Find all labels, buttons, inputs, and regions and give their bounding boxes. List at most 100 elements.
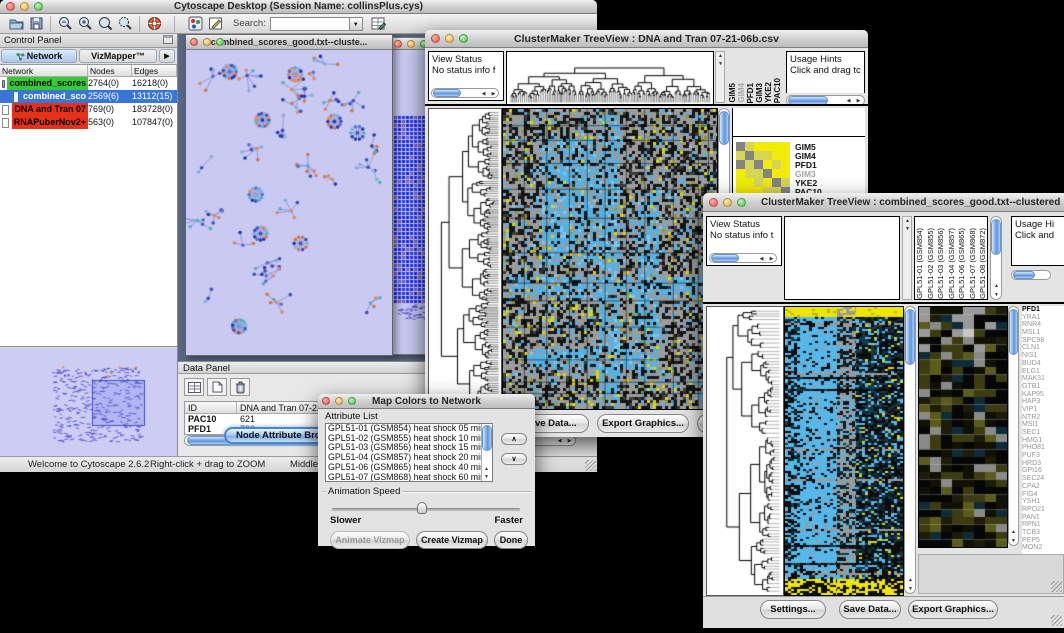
col-network[interactable]: Network xyxy=(0,65,88,76)
gene-label: PUF3 xyxy=(1022,452,1064,460)
treeview-dna-titlebar[interactable]: ClusterMaker TreeView : DNA and Tran 07-… xyxy=(425,30,868,48)
minimize-button[interactable] xyxy=(20,2,29,11)
heatmap-vscrollbar[interactable] xyxy=(904,306,916,594)
zoom-button[interactable] xyxy=(348,397,356,405)
zoom-button[interactable] xyxy=(216,38,224,46)
column-scroll-arrows[interactable] xyxy=(715,51,725,103)
speed-slider-thumb[interactable] xyxy=(417,502,427,514)
close-button[interactable] xyxy=(322,397,330,405)
export-graphics-button[interactable]: Export Graphics... xyxy=(597,414,689,433)
column-dendrogram[interactable] xyxy=(506,51,714,105)
mini-cell xyxy=(745,169,754,178)
delete-attribute-icon[interactable] xyxy=(230,378,250,396)
view-status-hscrollbar[interactable] xyxy=(709,253,777,263)
minimize-button[interactable] xyxy=(203,38,211,46)
save-data-button[interactable]: Save Data... xyxy=(839,600,901,619)
close-button[interactable] xyxy=(6,2,15,11)
open-folder-icon[interactable] xyxy=(6,15,26,33)
row-dendrogram[interactable] xyxy=(706,306,784,596)
attribute-listbox[interactable]: GPL51-01 (GSM854) heat shock 05 minGPL51… xyxy=(325,423,493,482)
zoom-fit-icon[interactable] xyxy=(95,15,115,33)
animate-vizmap-button[interactable]: Animate Vizmap xyxy=(330,531,410,549)
table-edit-icon[interactable] xyxy=(369,15,389,33)
corner-panel xyxy=(918,554,1064,594)
minimize-button[interactable] xyxy=(723,198,732,207)
combined-heatmap[interactable] xyxy=(784,306,904,596)
done-button[interactable]: Done xyxy=(494,531,528,549)
gene-label-list[interactable]: PFD1YRA1RNR4MSL1SPC98CLN1NIS1BUD4ELG1MAK… xyxy=(1022,306,1064,554)
column-label: GPL51-07 (GSM868) xyxy=(968,228,979,299)
annotation-icon[interactable] xyxy=(205,15,225,33)
create-vizmap-button[interactable]: Create Vizmap xyxy=(416,531,488,549)
column-tree-area xyxy=(784,216,900,300)
move-up-button[interactable]: ∧ xyxy=(501,433,527,445)
move-down-button[interactable]: ∨ xyxy=(501,453,527,465)
dna-column-labels[interactable]: GIM5GIM4PFD1GIM3YKE2PAC10 xyxy=(728,51,782,103)
save-icon[interactable] xyxy=(26,15,46,33)
cytoscape-titlebar[interactable]: Cytoscape Desktop (Session Name: collins… xyxy=(0,0,597,14)
col-nodes[interactable]: Nodes xyxy=(88,65,132,76)
zoom-button[interactable] xyxy=(737,198,746,207)
attribute-list-item[interactable]: GPL51-07 (GSM868) heat shock 60 min xyxy=(326,473,481,482)
zoom-selected-icon[interactable] xyxy=(115,15,135,33)
dialog-titlebar[interactable]: Map Colors to Network xyxy=(318,394,535,409)
usage-hints-hscrollbar[interactable] xyxy=(1011,270,1051,280)
vizmapper-icon[interactable] xyxy=(185,15,205,33)
column-scroll-arrows[interactable] xyxy=(902,216,912,300)
table-view-icon[interactable] xyxy=(184,378,204,396)
col-edges[interactable]: Edges xyxy=(132,65,177,76)
row-dendrogram[interactable] xyxy=(428,108,502,410)
mini-heatmap[interactable] xyxy=(736,142,790,196)
gene-label: ELG1 xyxy=(1022,368,1064,376)
new-attribute-icon[interactable] xyxy=(207,378,227,396)
panel-resize-grip[interactable] xyxy=(1051,581,1062,592)
search-dropdown-arrow[interactable]: ▼ xyxy=(350,17,363,31)
mini-cell xyxy=(745,142,754,151)
zoom-in-icon[interactable] xyxy=(75,15,95,33)
tab-overflow-arrow[interactable]: ▶ xyxy=(159,49,175,63)
help-ring-icon[interactable] xyxy=(144,15,164,33)
network-row[interactable]: combined_scores2764(0)16218(0) xyxy=(0,77,177,90)
treeview-combined-titlebar[interactable]: ClusterMaker TreeView : combined_scores_… xyxy=(703,193,1064,212)
network-canvas[interactable] xyxy=(186,50,392,355)
zoom-vscrollbar[interactable] xyxy=(1008,306,1019,546)
settings-button[interactable]: Settings... xyxy=(760,600,826,619)
search-input[interactable] xyxy=(270,17,350,31)
minimize-button[interactable] xyxy=(445,34,454,43)
float-panel-icon[interactable] xyxy=(163,35,173,47)
dna-row-labels[interactable]: GIM5GIM4PFD1GIM3YKE2PAC10 xyxy=(795,143,822,197)
close-button[interactable] xyxy=(190,38,198,46)
col-id[interactable]: ID xyxy=(185,402,237,413)
mini-cell xyxy=(772,142,781,151)
birdseye-view[interactable] xyxy=(0,346,177,456)
gene-label: PAN1 xyxy=(1022,514,1064,522)
animation-speed-label: Animation Speed xyxy=(325,486,403,497)
list-vscrollbar[interactable] xyxy=(481,424,492,481)
mini-cell xyxy=(763,169,772,178)
gene-label: FIG4 xyxy=(1022,491,1064,499)
view-status-hscrollbar[interactable] xyxy=(431,88,499,98)
network-row[interactable]: combined_sco2569(6)13112(15) xyxy=(0,90,177,103)
gene-label: PHO81 xyxy=(1022,444,1064,452)
network-row[interactable]: DNA and Tran 07769(0)183728(0) xyxy=(0,103,177,116)
tab-vizmapper[interactable]: VizMapper™ xyxy=(79,49,157,63)
network-row[interactable]: RNAPuberNov2+563(0)107847(0) xyxy=(0,116,177,129)
column-labels-vscrollbar[interactable] xyxy=(990,216,1002,300)
close-button[interactable] xyxy=(709,198,718,207)
zoom-heatmap[interactable] xyxy=(918,306,1008,548)
dna-heatmap[interactable] xyxy=(502,108,718,410)
mini-cell xyxy=(736,169,745,178)
zoom-button[interactable] xyxy=(34,2,43,11)
mini-cell xyxy=(745,151,754,160)
export-graphics-button[interactable]: Export Graphics... xyxy=(908,600,998,619)
zoom-out-icon[interactable] xyxy=(55,15,75,33)
zoom-button[interactable] xyxy=(459,34,468,43)
combined-column-labels[interactable]: GPL51-01 (GSM854)GPL51-02 (GSM855)GPL51-… xyxy=(914,216,988,300)
tab-network[interactable]: Network xyxy=(1,49,77,63)
network-view-titlebar[interactable]: combined_scores_good.txt--cluste... xyxy=(186,35,392,50)
close-button[interactable] xyxy=(431,34,440,43)
slower-label: Slower xyxy=(330,515,361,526)
window-resize-grip[interactable] xyxy=(1051,615,1062,626)
minimize-button[interactable] xyxy=(335,397,343,405)
resize-grip[interactable] xyxy=(585,460,596,471)
